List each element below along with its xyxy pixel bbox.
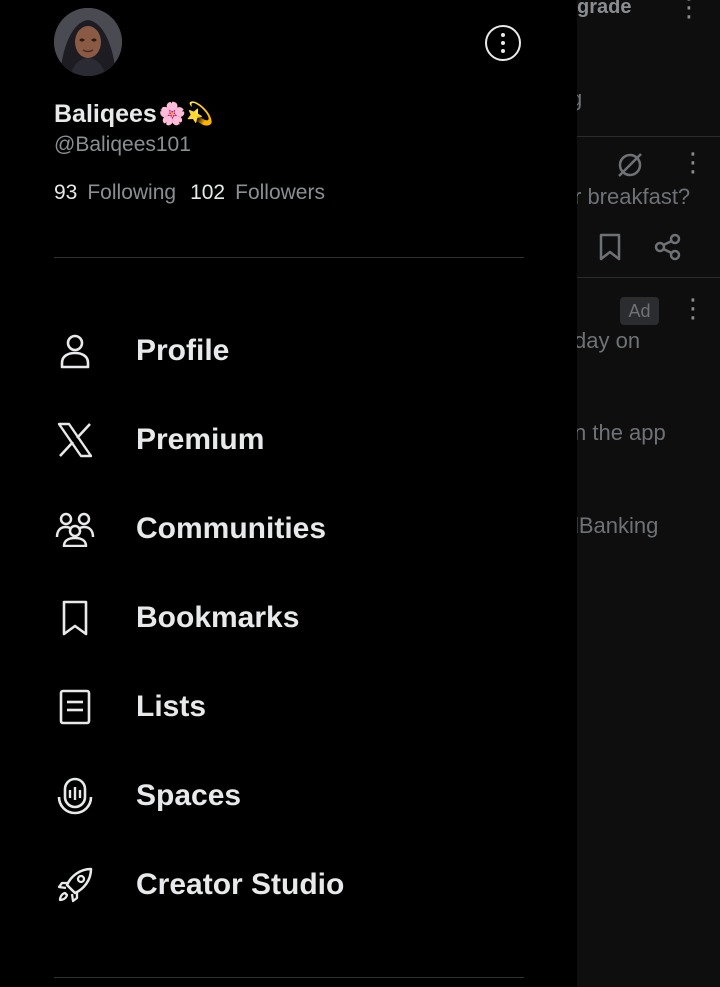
menu-label: Bookmarks [136, 601, 300, 634]
unpin-icon[interactable] [615, 150, 645, 180]
followers-count: 102 [190, 181, 226, 204]
menu-label: Profile [136, 334, 230, 367]
divider [577, 277, 720, 278]
partial-ad-text: day on [574, 328, 641, 353]
partial-ad-text: n the app [574, 420, 666, 445]
menu-item-premium[interactable]: Premium [54, 410, 524, 470]
follow-stats: 93 Following 102 Followers [54, 181, 331, 205]
divider [54, 257, 524, 258]
menu-item-communities[interactable]: Communities [54, 499, 524, 559]
navigation-drawer: Baliqees 🌸💫 @Baliqees101 93 Following 10… [0, 0, 577, 987]
menu-label: Communities [136, 512, 327, 545]
divider [577, 136, 720, 137]
rocket-icon [54, 864, 96, 906]
share-icon[interactable] [653, 232, 683, 262]
dot [501, 49, 505, 53]
profile-name-row[interactable]: Baliqees 🌸💫 [54, 100, 214, 129]
menu-item-bookmarks[interactable]: Bookmarks [54, 588, 524, 648]
bookmark-icon[interactable] [597, 232, 623, 262]
menu-item-spaces[interactable]: Spaces [54, 766, 524, 826]
avatar[interactable] [54, 8, 122, 76]
menu-label: Spaces [136, 779, 242, 812]
menu-item-lists[interactable]: Lists [54, 677, 524, 737]
following-label: Following [87, 181, 177, 204]
following-count: 93 [54, 181, 78, 204]
upgrade-button-partial[interactable]: grade [577, 0, 631, 19]
more-vertical-icon[interactable]: ⋮ [680, 149, 706, 175]
menu-label: Creator Studio [136, 868, 345, 901]
more-vertical-icon[interactable]: ⋮ [680, 295, 706, 321]
spaces-icon [54, 775, 96, 817]
partial-ad-text: lBanking [574, 513, 659, 538]
person-icon [54, 330, 96, 372]
menu-label: Premium [136, 423, 265, 456]
menu-label: Lists [136, 690, 207, 723]
account-options-button[interactable] [485, 25, 521, 61]
divider [54, 977, 524, 978]
menu-item-profile[interactable]: Profile [54, 321, 524, 381]
dot [501, 33, 505, 37]
menu-item-creator-studio[interactable]: Creator Studio [54, 855, 524, 915]
following-link[interactable]: 93 Following [54, 181, 176, 205]
avatar-image [54, 8, 122, 76]
followers-label: Followers [235, 181, 325, 204]
dot [501, 41, 505, 45]
name-emojis: 🌸💫 [158, 101, 214, 127]
partial-post-text: r breakfast? [574, 184, 691, 209]
ad-badge: Ad [620, 297, 659, 325]
list-icon [54, 686, 96, 728]
display-name: Baliqees [54, 100, 157, 128]
communities-icon [54, 508, 96, 550]
followers-link[interactable]: 102 Followers [190, 181, 325, 205]
x-logo-icon [54, 419, 96, 461]
more-vertical-icon[interactable]: ⋮ [676, 0, 702, 20]
user-handle: @Baliqees101 [54, 133, 191, 156]
bookmark-icon [54, 597, 96, 639]
